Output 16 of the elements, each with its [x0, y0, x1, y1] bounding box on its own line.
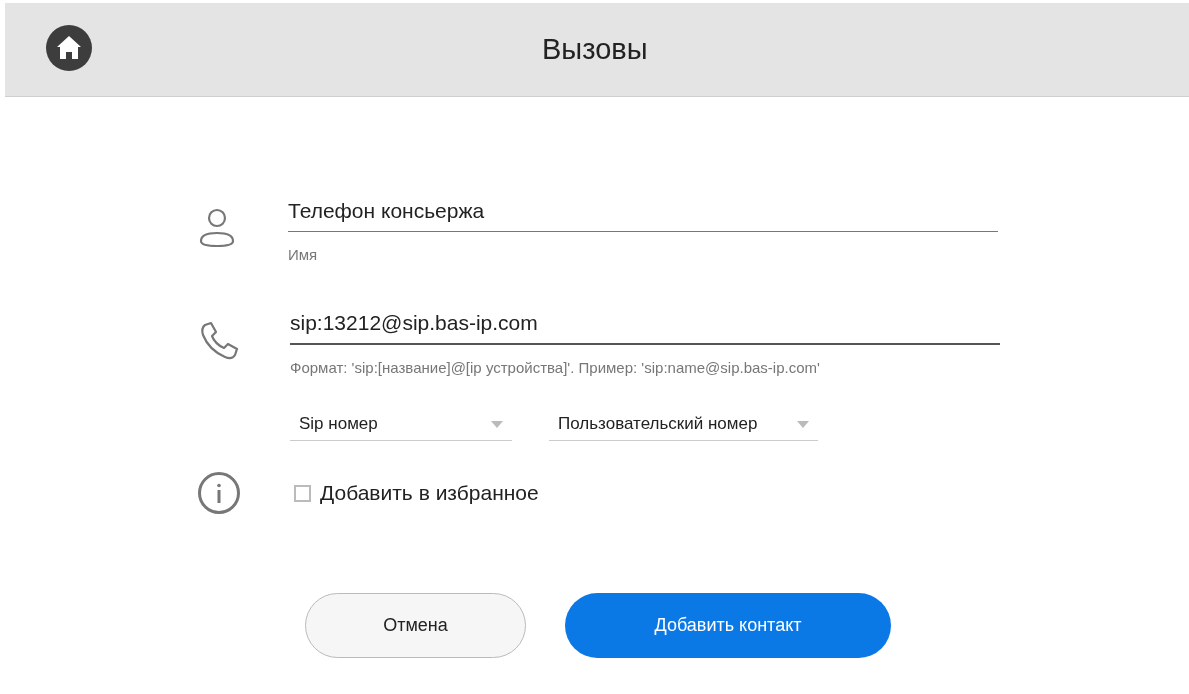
name-input[interactable]: Телефон консьержа	[288, 195, 998, 232]
cancel-button[interactable]: Отмена	[305, 593, 526, 658]
favorite-checkbox[interactable]	[294, 484, 311, 502]
type-dropdown[interactable]: Sip номер	[290, 410, 512, 441]
caret-icon	[797, 420, 809, 428]
info-icon	[197, 471, 241, 515]
sip-address-input[interactable]: sip:13212@sip.bas-ip.com	[290, 307, 1000, 345]
favorite-label: Добавить в избранное	[320, 481, 539, 505]
home-icon	[45, 23, 93, 72]
type-dropdown[interactable]: Пользовательский номер	[549, 410, 818, 441]
name-label: Имя	[288, 246, 319, 263]
format-hint: Формат: 'sip:[название]@[ip устройства]'. Пример: 'sip:name@sip.bas-ip.com'	[290, 359, 821, 376]
add-contact-button[interactable]: Добавить контакт	[565, 593, 891, 658]
screen-title: Вызовы	[542, 33, 648, 66]
caret-icon	[491, 420, 503, 428]
home-button[interactable]	[45, 23, 93, 72]
